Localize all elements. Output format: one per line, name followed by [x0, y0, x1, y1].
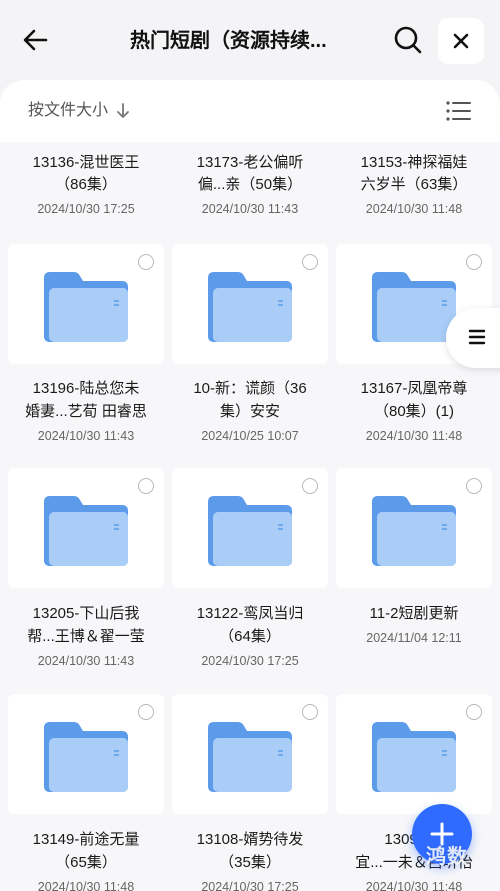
- select-radio[interactable]: [138, 254, 154, 270]
- file-name-line1: 13122-鸾凤当归: [196, 605, 304, 622]
- file-date: 2024/10/30 17:25: [201, 654, 299, 668]
- file-date: 2024/11/04 12:11: [366, 631, 462, 645]
- menu-icon: [468, 329, 486, 345]
- file-date: 2024/10/30 11:43: [37, 654, 135, 668]
- file-name-line2: （35集）: [219, 854, 281, 871]
- file-date: 2024/10/30 11:43: [201, 202, 299, 216]
- folder-icon: [44, 496, 128, 566]
- close-icon: [453, 33, 469, 49]
- file-date: 2024/10/30 17:25: [201, 880, 299, 891]
- folder-thumbnail[interactable]: [336, 468, 492, 588]
- file-name-line2: 宜...一未＆吕听怡: [355, 854, 473, 871]
- folder-thumbnail[interactable]: [8, 694, 164, 814]
- select-radio[interactable]: [302, 254, 318, 270]
- file-name-line2: 偏...亲（50集）: [197, 176, 303, 193]
- file-name-line1: 13196-陆总您未: [32, 380, 140, 397]
- file-date: 2024/10/30 11:48: [37, 880, 135, 891]
- file-name-line2: 集）安安: [219, 403, 280, 420]
- file-name-line2: （86集）: [55, 176, 117, 193]
- select-radio[interactable]: [138, 704, 154, 720]
- file-name-line1: 13205-下山后我: [32, 605, 140, 622]
- watermark: 鸿数: [426, 846, 468, 868]
- folder-icon: [208, 496, 292, 566]
- folder-thumbnail[interactable]: [8, 244, 164, 364]
- select-radio[interactable]: [466, 478, 482, 494]
- folder-thumbnail[interactable]: [8, 468, 164, 588]
- file-name-line1: 13173-老公偏听: [196, 154, 304, 171]
- select-radio[interactable]: [466, 704, 482, 720]
- file-name-line2: （65集）: [55, 854, 117, 871]
- file-name-line2: （64集）: [219, 628, 281, 645]
- select-radio[interactable]: [302, 478, 318, 494]
- select-radio[interactable]: [138, 478, 154, 494]
- file-name-line1: 13149-前途无量: [32, 831, 140, 848]
- file-grid: 13136-混世医王 （86集） 2024/10/30 17:25 13173-…: [0, 142, 500, 891]
- folder-icon: [208, 722, 292, 792]
- file-name-line2: （80集）(1): [373, 403, 455, 420]
- sort-down-arrow-icon[interactable]: [114, 100, 132, 122]
- page-title: 热门短剧（资源持续...: [130, 30, 327, 52]
- search-icon[interactable]: [390, 22, 426, 58]
- back-arrow-icon[interactable]: [18, 22, 54, 58]
- select-radio[interactable]: [302, 704, 318, 720]
- file-date: 2024/10/30 11:43: [37, 429, 135, 443]
- folder-thumbnail[interactable]: [336, 694, 492, 814]
- file-date: 2024/10/25 10:07: [201, 429, 299, 443]
- file-date: 2024/10/30 11:48: [365, 880, 463, 891]
- file-date: 2024/10/30 11:48: [365, 202, 463, 216]
- file-name-line1: 13167-凤凰帝尊: [360, 380, 468, 397]
- file-name-line1: 10-新：谎颜（36: [193, 380, 307, 397]
- file-name-line1: 13153-神探福娃: [360, 154, 468, 171]
- folder-thumbnail[interactable]: [172, 694, 328, 814]
- folder-icon: [44, 272, 128, 342]
- folder-thumbnail[interactable]: [172, 468, 328, 588]
- file-date: 2024/10/30 11:48: [365, 429, 463, 443]
- top-bar: 热门短剧（资源持续...: [0, 0, 500, 80]
- file-name-line1: 11-2短剧更新: [369, 605, 459, 622]
- folder-icon: [44, 722, 128, 792]
- sort-bar: 按文件大小: [0, 80, 500, 142]
- folder-icon: [372, 272, 456, 342]
- file-name-line1: 13136-混世医王: [32, 154, 140, 171]
- side-menu-handle[interactable]: [446, 308, 500, 368]
- folder-icon: [208, 272, 292, 342]
- file-date: 2024/10/30 17:25: [37, 202, 135, 216]
- file-name-line2: 婚妻...艺荀 田睿思: [25, 403, 147, 420]
- file-name-line2: 帮...王博＆翟一莹: [27, 628, 145, 645]
- select-radio[interactable]: [466, 254, 482, 270]
- sort-button[interactable]: 按文件大小: [28, 100, 108, 122]
- folder-icon: [372, 496, 456, 566]
- close-button[interactable]: [438, 18, 484, 64]
- file-name-line1: 13108-婿势待发: [196, 831, 304, 848]
- list-view-icon[interactable]: [444, 98, 472, 124]
- file-name-line2: 六岁半（63集）: [360, 176, 468, 193]
- folder-thumbnail[interactable]: [172, 244, 328, 364]
- folder-icon: [372, 722, 456, 792]
